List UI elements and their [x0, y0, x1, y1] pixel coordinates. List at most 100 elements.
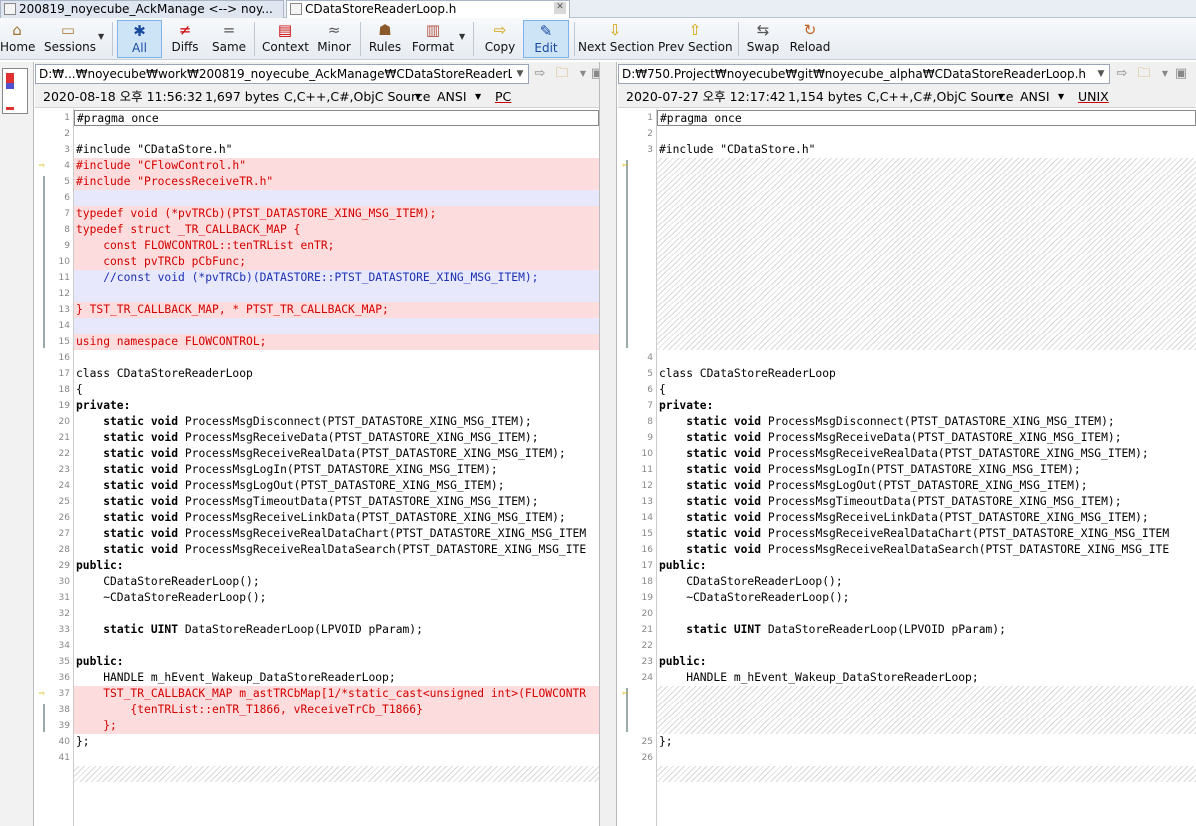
code-line[interactable]: class CDataStoreReaderLoop	[74, 366, 599, 382]
code-line[interactable]: static void ProcessMsgReceiveData(PTST_D…	[74, 430, 599, 446]
right-code-view[interactable]: 1 2 3 4 5 6 7 8 9 10 11 12 13 14 15 16 17 18 19 20 21 22 23 24 2…	[618, 109, 1196, 826]
code-line[interactable]: };	[657, 734, 1196, 750]
code-line[interactable]: #include "CFlowControl.h"	[74, 158, 599, 174]
code-line[interactable]: static void ProcessMsgReceiveRealDataSea…	[657, 542, 1196, 558]
code-line[interactable]: CDataStoreReaderLoop();	[74, 574, 599, 590]
code-line[interactable]: private:	[657, 398, 1196, 414]
code-line[interactable]: typedef struct _TR_CALLBACK_MAP {	[74, 222, 599, 238]
section-arrow-icon[interactable]: ⇨	[39, 689, 51, 699]
code-line[interactable]: #include "CDataStore.h"	[74, 142, 599, 158]
chevron-down-icon[interactable]: ▼	[415, 86, 421, 108]
rules-button[interactable]: ☗ Rules	[366, 20, 404, 58]
code-line[interactable]: public:	[657, 654, 1196, 670]
open-folder-icon[interactable]: 🗀	[554, 66, 570, 82]
code-line[interactable]: CDataStoreReaderLoop();	[657, 574, 1196, 590]
code-line[interactable]: public:	[74, 558, 599, 574]
code-line[interactable]: static UINT DataStoreReaderLoop(LPVOID p…	[657, 622, 1196, 638]
code-line[interactable]	[657, 302, 1196, 318]
file-encoding[interactable]: ANSI	[437, 86, 467, 108]
code-line[interactable]: //const void (*pvTRCb)(DATASTORE::PTST_D…	[74, 270, 599, 286]
code-line[interactable]: {	[74, 382, 599, 398]
code-line[interactable]: static void ProcessMsgDisconnect(PTST_DA…	[74, 414, 599, 430]
copy-button[interactable]: ⇨ Copy	[481, 20, 519, 58]
code-line[interactable]	[657, 766, 1196, 782]
chevron-down-icon[interactable]: ▼	[998, 86, 1004, 108]
code-line[interactable]: #include "CDataStore.h"	[657, 142, 1196, 158]
code-line[interactable]	[657, 206, 1196, 222]
chevron-down-icon[interactable]: ▼	[1058, 86, 1064, 108]
code-line[interactable]	[74, 766, 599, 782]
code-line[interactable]: static void ProcessMsgLogOut(PTST_DATAST…	[74, 478, 599, 494]
same-button[interactable]: = Same	[210, 20, 248, 58]
code-line[interactable]: #include "ProcessReceiveTR.h"	[74, 174, 599, 190]
code-line[interactable]	[657, 750, 1196, 766]
code-line[interactable]: static void ProcessMsgReceiveLinkData(PT…	[657, 510, 1196, 526]
code-line[interactable]: static void ProcessMsgReceiveRealDataCha…	[657, 526, 1196, 542]
code-line[interactable]: const pvTRCb pCbFunc;	[74, 254, 599, 270]
save-icon[interactable]: ▣	[1173, 66, 1189, 82]
right-lines[interactable]: #pragma once #include "CDataStore.h" class…	[656, 109, 1196, 826]
code-line[interactable]: public:	[657, 558, 1196, 574]
code-line[interactable]	[657, 718, 1196, 734]
code-line[interactable]	[74, 318, 599, 334]
code-line[interactable]: static void ProcessMsgTimeoutData(PTST_D…	[657, 494, 1196, 510]
overview-strip[interactable]	[0, 62, 34, 826]
reload-button[interactable]: ↻ Reload	[788, 20, 832, 58]
code-line[interactable]: #pragma once	[657, 110, 1196, 126]
format-button[interactable]: ▥ Format	[410, 20, 456, 58]
sessions-button[interactable]: ▭ Sessions	[44, 20, 96, 58]
section-arrow-icon[interactable]: ⇦	[622, 689, 634, 699]
code-line[interactable]: static void ProcessMsgTimeoutData(PTST_D…	[74, 494, 599, 510]
code-line[interactable]	[74, 350, 599, 366]
code-line[interactable]	[657, 702, 1196, 718]
chevron-down-icon[interactable]: ▼	[512, 65, 528, 83]
chevron-down-icon[interactable]: ▼	[98, 32, 104, 41]
chevron-down-icon[interactable]: ▼	[475, 86, 481, 108]
chevron-down-icon[interactable]: ▼	[459, 32, 465, 41]
code-line[interactable]	[657, 334, 1196, 350]
next-section-button[interactable]: ⇩ Next Section	[578, 20, 654, 58]
context-button[interactable]: ▤ Context	[262, 20, 309, 58]
code-line[interactable]	[657, 126, 1196, 142]
left-code-view[interactable]: 1 2 3 4 5 6 7 8 9 10 11 12 13 14 15 16 17 18 19 20 21 22 23 24 2…	[35, 109, 599, 826]
code-line[interactable]: #pragma once	[74, 110, 599, 126]
refresh-arrow-icon[interactable]: ⇨	[532, 66, 548, 82]
all-button[interactable]: ✱ All	[117, 20, 162, 58]
code-line[interactable]: {tenTRList::enTR_T1866, vReceiveTrCb_T18…	[74, 702, 599, 718]
code-line[interactable]: public:	[74, 654, 599, 670]
code-line[interactable]: private:	[74, 398, 599, 414]
code-line[interactable]: static void ProcessMsgReceiveRealData(PT…	[74, 446, 599, 462]
chevron-down-icon[interactable]: ▼	[1157, 66, 1173, 82]
code-line[interactable]	[657, 222, 1196, 238]
code-line[interactable]: HANDLE m_hEvent_Wakeup_DataStoreReaderLo…	[74, 670, 599, 686]
code-line[interactable]	[74, 638, 599, 654]
code-line[interactable]	[74, 126, 599, 142]
line-ending[interactable]: UNIX	[1078, 86, 1109, 108]
tab-folder-compare[interactable]: 200819_noyecube_AckManage <--> noy...	[0, 0, 284, 18]
code-line[interactable]: using namespace FLOWCONTROL;	[74, 334, 599, 350]
tab-file-compare[interactable]: CDataStoreReaderLoop.h ✕	[286, 0, 570, 18]
right-path-field[interactable]: D:₩750.Project₩noyecube₩git₩noyecube_alp…	[618, 64, 1110, 84]
swap-button[interactable]: ⇆ Swap	[744, 20, 782, 58]
code-line[interactable]: static void ProcessMsgReceiveRealDataSea…	[74, 542, 599, 558]
code-line[interactable]	[657, 318, 1196, 334]
overview-thumbnail[interactable]	[2, 68, 28, 114]
code-line[interactable]	[657, 638, 1196, 654]
minor-button[interactable]: ≈ Minor	[314, 20, 354, 58]
code-line[interactable]	[657, 606, 1196, 622]
section-arrow-icon[interactable]: ⇦	[622, 161, 634, 171]
code-line[interactable]	[74, 750, 599, 766]
code-line[interactable]	[74, 190, 599, 206]
code-line[interactable]: };	[74, 718, 599, 734]
file-format[interactable]: C,C++,C#,ObjC Source	[284, 86, 430, 108]
code-line[interactable]: static void ProcessMsgDisconnect(PTST_DA…	[657, 414, 1196, 430]
left-lines[interactable]: #pragma once #include "CDataStore.h" #incl…	[73, 109, 599, 826]
code-line[interactable]: static void ProcessMsgLogIn(PTST_DATASTO…	[74, 462, 599, 478]
line-ending[interactable]: PC	[495, 86, 511, 108]
code-line[interactable]	[657, 270, 1196, 286]
code-line[interactable]	[74, 286, 599, 302]
code-line[interactable]: ~CDataStoreReaderLoop();	[74, 590, 599, 606]
code-line[interactable]	[657, 686, 1196, 702]
code-line[interactable]: static void ProcessMsgReceiveRealDataCha…	[74, 526, 599, 542]
code-line[interactable]: static void ProcessMsgLogIn(PTST_DATASTO…	[657, 462, 1196, 478]
